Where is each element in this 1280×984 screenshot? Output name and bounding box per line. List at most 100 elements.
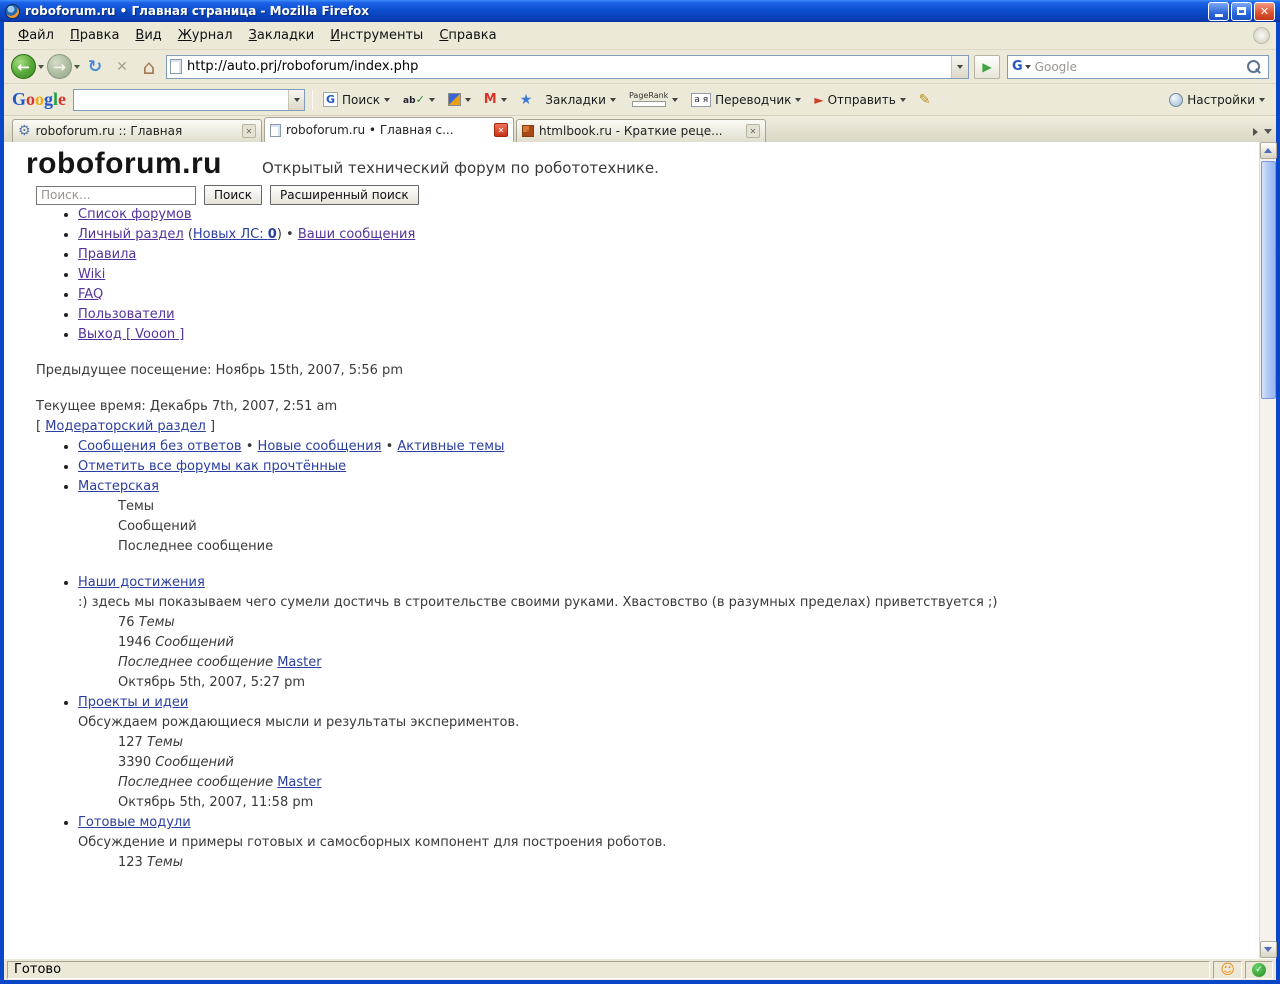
title-bar[interactable]: roboforum.ru • Главная страница - Mozill… [0, 0, 1280, 22]
faq-link[interactable]: FAQ [78, 287, 103, 302]
browser-window: roboforum.ru • Главная страница - Mozill… [0, 0, 1280, 984]
search-engine-box[interactable] [1007, 55, 1269, 79]
menu-help[interactable]: Справка [431, 24, 504, 47]
google-engine-icon[interactable] [1008, 59, 1025, 74]
scroll-down-button[interactable] [1260, 941, 1277, 958]
bookmark-star-button[interactable] [517, 90, 536, 110]
htmlbook-favicon-icon [522, 125, 534, 137]
translate-button[interactable]: Переводчик [688, 91, 804, 109]
new-posts-link[interactable]: Новые сообщения [258, 439, 382, 454]
back-history-dropdown-icon[interactable] [38, 65, 44, 69]
your-messages-link[interactable]: Ваши сообщения [298, 227, 415, 242]
firefox-icon [5, 4, 20, 19]
chevron-down-icon [294, 98, 300, 102]
chevron-down-icon [900, 98, 906, 102]
list-item: Список форумов [78, 205, 1259, 225]
google-g-icon [323, 92, 338, 107]
close-button[interactable] [1254, 2, 1275, 21]
go-button[interactable] [974, 55, 1000, 79]
maximize-button[interactable] [1231, 2, 1252, 21]
toolbar-search-button[interactable]: Поиск [320, 90, 393, 109]
search-magnifier-icon[interactable] [1247, 60, 1261, 74]
scrollbar-thumb[interactable] [1261, 161, 1276, 399]
wiki-link[interactable]: Wiki [78, 267, 105, 282]
web-search-input[interactable] [1031, 60, 1245, 74]
list-item: Пользователи [78, 305, 1259, 325]
advanced-search-button[interactable]: Расширенный поиск [270, 185, 419, 205]
list-item: Отметить все форумы как прочтённые [78, 457, 1259, 477]
url-input[interactable] [182, 59, 951, 74]
send-to-button[interactable]: Отправить [811, 91, 908, 109]
forum-search-button[interactable]: Поиск [204, 185, 262, 205]
spellcheck-icon [403, 93, 425, 106]
forum-description: Обсуждаем рождающиеся мысли и результаты… [78, 713, 1259, 733]
tab-roboforum-glavnaya[interactable]: roboforum.ru :: Главная [12, 119, 262, 142]
toolbar-search-input[interactable] [74, 93, 288, 107]
last-post-user-link[interactable]: Master [277, 655, 321, 670]
spellcheck-button[interactable] [400, 91, 438, 108]
home-button[interactable] [137, 54, 161, 80]
active-topics-link[interactable]: Активные темы [397, 439, 504, 454]
toolbar-search-box[interactable] [73, 89, 305, 111]
security-panel[interactable] [1245, 961, 1273, 979]
menu-file[interactable]: Файл [10, 24, 62, 47]
list-item: Правила [78, 245, 1259, 265]
toolbar-settings-button[interactable]: Настройки [1166, 91, 1268, 109]
url-dropdown-button[interactable] [951, 56, 968, 78]
logout-link[interactable]: Выход [ Vooon ] [78, 327, 184, 342]
tab-htmlbook[interactable]: htmlbook.ru - Краткие реце... [516, 119, 766, 142]
url-bar[interactable] [166, 55, 969, 79]
autofill-button[interactable] [445, 91, 474, 108]
menu-tools[interactable]: Инструменты [322, 24, 431, 47]
forum-last-post-date: Октябрь 5th, 2007, 5:27 pm [118, 673, 1259, 693]
toolbar-search-dropdown[interactable] [288, 90, 304, 110]
tab-list-dropdown-icon[interactable] [1264, 129, 1272, 134]
google-toolbar: Google Поиск [4, 84, 1276, 116]
gmail-button[interactable] [481, 90, 510, 109]
gmail-icon [484, 92, 497, 107]
forum-topic-count: 76 Темы [118, 613, 1259, 633]
forum-link[interactable]: Наши достижения [78, 575, 205, 590]
forum-link[interactable]: Готовые модули [78, 815, 191, 830]
forum-link[interactable]: Проекты и идеи [78, 695, 188, 710]
stop-button[interactable] [110, 54, 134, 80]
tab-close-button[interactable] [242, 124, 256, 138]
users-link[interactable]: Пользователи [78, 307, 175, 322]
forum-search-input[interactable] [36, 186, 196, 205]
personal-section-link[interactable]: Личный раздел [78, 227, 184, 242]
forum-item: Готовые модули Обсуждение и примеры гото… [78, 813, 1259, 873]
forward-history-dropdown-icon[interactable] [74, 65, 80, 69]
last-post-user-link[interactable]: Master [277, 775, 321, 790]
category-workshop-link[interactable]: Мастерская [78, 479, 159, 494]
unanswered-posts-link[interactable]: Сообщения без ответов [78, 439, 242, 454]
menu-bookmarks[interactable]: Закладки [241, 24, 323, 47]
menu-edit[interactable]: Правка [62, 24, 127, 47]
tab-bar: roboforum.ru :: Главная roboforum.ru • Г… [4, 116, 1276, 142]
tab-close-button[interactable] [746, 124, 760, 138]
minimize-button[interactable] [1208, 2, 1229, 21]
forum-description: Обсуждение и примеры готовых и самосборн… [78, 833, 1259, 853]
menu-view[interactable]: Вид [127, 24, 169, 47]
rules-link[interactable]: Правила [78, 247, 136, 262]
back-button[interactable] [11, 54, 36, 79]
bookmarks-button[interactable]: Закладки [542, 91, 619, 109]
new-pm-link[interactable]: Новых ЛС: 0 [193, 227, 277, 242]
vertical-scrollbar[interactable] [1259, 142, 1276, 958]
moderator-section-link[interactable]: Модераторский раздел [45, 419, 206, 434]
highlighter-icon [919, 92, 931, 108]
pagerank-indicator[interactable]: PageRank [626, 90, 681, 109]
scroll-up-button[interactable] [1260, 142, 1277, 159]
menu-history[interactable]: Журнал [170, 24, 241, 47]
mark-forums-read-link[interactable]: Отметить все форумы как прочтённые [78, 459, 346, 474]
forward-button[interactable] [47, 54, 72, 79]
highlighter-button[interactable] [916, 90, 934, 110]
tab-scroll-right-icon[interactable] [1253, 128, 1258, 136]
reload-button[interactable] [83, 54, 107, 80]
tab-close-button[interactable] [494, 123, 508, 137]
tab-roboforum-main-active[interactable]: roboforum.ru • Главная с... [264, 117, 514, 142]
status-bar: Готово [4, 958, 1276, 980]
forum-last-post: Последнее сообщение Master [118, 653, 1259, 673]
notifier-panel[interactable] [1213, 961, 1242, 979]
forum-list-link[interactable]: Список форумов [78, 207, 192, 222]
site-subtitle: Открытый технический форум по робототехн… [262, 158, 659, 178]
